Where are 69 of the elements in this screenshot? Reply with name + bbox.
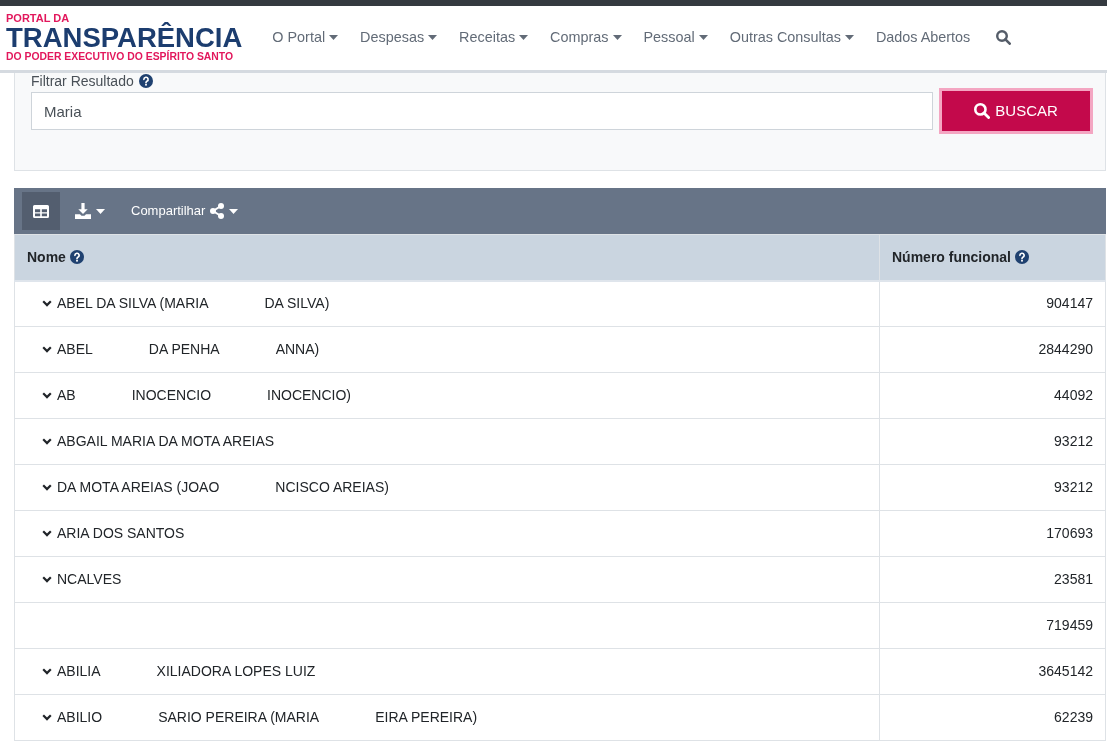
table-view-button[interactable] [22,192,60,230]
employee-number: 93212 [1054,479,1093,495]
nav-dropdown[interactable]: Outras Consultas [729,27,854,49]
employee-number: 904147 [1046,295,1093,312]
employee-number: 44092 [1054,387,1093,403]
chevron-down-icon[interactable] [42,484,52,491]
employee-name: AB [57,386,76,405]
caret-icon [428,35,438,41]
employee-name: XILIADORA LOPES LUIZ [156,662,316,681]
employee-name: INOCENCIO [131,386,212,405]
caret-icon [844,35,854,41]
chevron-down-icon[interactable] [42,300,52,308]
caret-icon [698,35,708,41]
chevron-down-icon[interactable] [42,438,52,445]
search-button[interactable]: BUSCAR [942,91,1090,131]
logo-title[interactable]: TRANSPARÊNCIA [6,23,243,51]
employee-number: 719459 [1046,617,1093,633]
employee-name: ABGAIL MARIA DA MOTA AREIAS [57,432,275,451]
help-icon[interactable] [1015,250,1029,265]
employee-name: NCISCO AREIAS) [275,478,389,497]
caret-icon [329,35,339,41]
employee-number: 3645142 [1038,663,1093,679]
employee-number: 23581 [1054,571,1093,587]
search-icon[interactable] [996,30,1012,46]
employee-name: ARIA DOS SANTOS [57,524,185,543]
search-field[interactable]: Maria [31,92,934,130]
help-icon[interactable] [138,74,153,88]
employee-number: 93212 [1054,433,1093,449]
column-header[interactable]: Nome [27,246,66,268]
nav-dropdown[interactable]: Despesas [360,27,438,49]
chevron-down-icon[interactable] [42,714,52,721]
chevron-down-icon[interactable] [42,668,52,675]
table-icon [33,204,49,218]
employee-number: 170693 [1046,525,1093,541]
caret-icon [612,35,622,41]
employee-name: SARIO PEREIRA (MARIA [158,708,320,727]
chevron-down-icon[interactable] [42,530,52,537]
caret-icon [519,35,529,41]
employee-name: ANNA) [275,340,320,359]
download-icon [75,203,91,219]
employee-number: 62239 [1054,709,1093,725]
employee-name: DA SILVA) [264,294,330,314]
employee-name: INOCENCIO) [267,386,352,405]
employee-name: ABILIA [57,662,101,681]
search-icon [974,103,991,119]
employee-name: ABILIO [57,708,103,727]
caret-icon [96,208,105,214]
share-icon [210,203,225,219]
employee-name: NCALVES [57,570,122,589]
nav-dropdown[interactable]: Receitas [459,27,529,49]
nav-dropdown[interactable]: O Portal [272,27,339,49]
employee-name: DA PENHA [148,340,220,359]
nav-dropdown[interactable]: Compras [550,27,622,49]
logo-subtitle: PORTAL DA [6,11,70,24]
logo-subtitle: DO PODER EXECUTIVO DO ESPÍRITO SANTO [6,50,234,63]
nav-dropdown[interactable]: Pessoal [643,27,708,49]
employee-name: EIRA PEREIRA) [375,708,478,727]
nav-link[interactable]: Dados Abertos [875,27,971,49]
chevron-down-icon[interactable] [42,576,52,583]
employee-name: DA MOTA AREIAS (JOAO [57,478,220,497]
help-icon[interactable] [69,250,84,265]
chevron-down-icon[interactable] [42,392,52,399]
filter-label: Filtrar Resultado [31,74,134,88]
chevron-down-icon[interactable] [42,346,52,353]
caret-icon [229,208,239,214]
employee-name: ABEL [57,340,93,359]
employee-number: 2844290 [1038,341,1093,357]
employee-name: ABEL DA SILVA (MARIA [57,294,209,314]
share-button[interactable]: Compartilhar [120,192,250,230]
